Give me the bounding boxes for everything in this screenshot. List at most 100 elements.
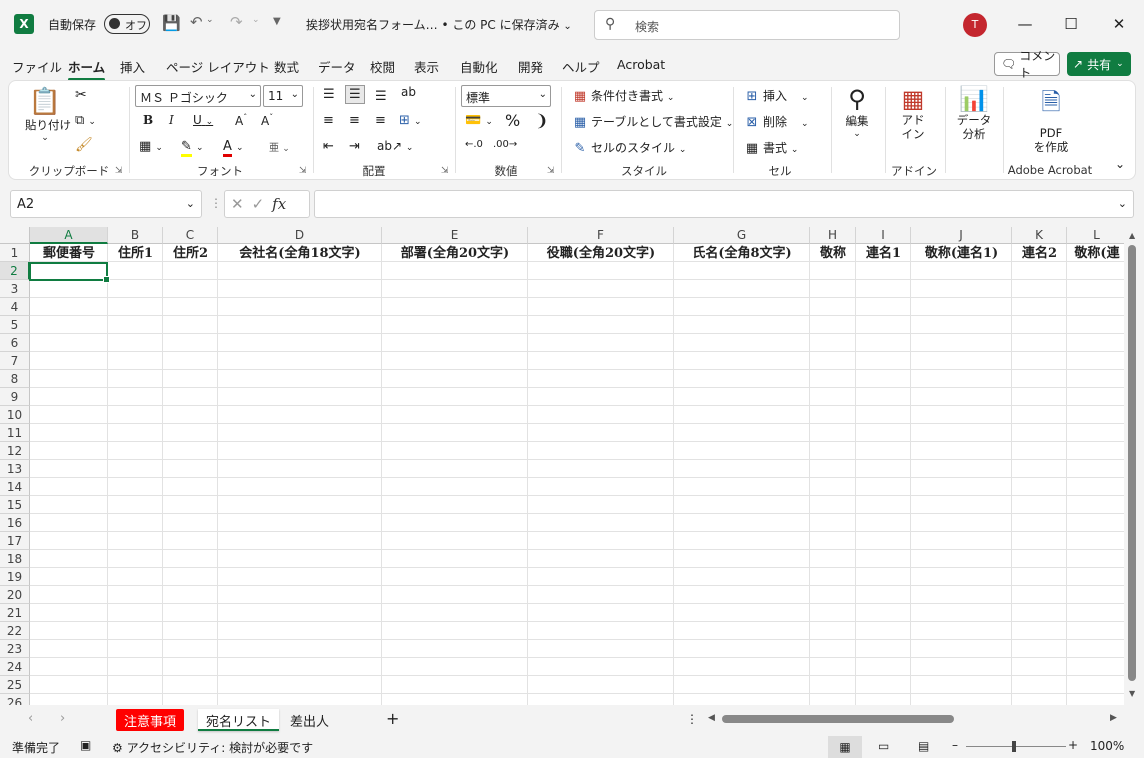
increase-indent-icon[interactable]: ⇥ xyxy=(349,139,360,154)
selected-cell-a2[interactable] xyxy=(29,262,110,283)
row-header-13[interactable]: 13 xyxy=(0,460,30,478)
tab-acrobat[interactable]: Acrobat xyxy=(617,57,665,72)
column-header-f[interactable]: F xyxy=(528,227,674,244)
enter-icon[interactable]: ✓ xyxy=(252,195,265,213)
insert-cells-button[interactable]: ⊞ 挿入 ⌄ xyxy=(743,87,809,105)
font-name-select[interactable]: ＭＳ Ｐゴシック ⌄ xyxy=(135,85,261,107)
row-header-11[interactable]: 11 xyxy=(0,424,30,442)
header-cell-d[interactable]: 会社名(全角18文字) xyxy=(218,245,382,263)
tab-data[interactable]: データ xyxy=(318,57,356,76)
format-cells-button[interactable]: ▦ 書式 ⌄ xyxy=(743,139,799,157)
row-header-21[interactable]: 21 xyxy=(0,604,30,622)
column-header-j[interactable]: J xyxy=(911,227,1012,244)
tab-automate[interactable]: 自動化 xyxy=(460,57,498,76)
undo-icon[interactable]: ↶ xyxy=(190,13,203,31)
zoom-slider-thumb[interactable] xyxy=(1012,741,1016,752)
column-header-l[interactable]: L xyxy=(1067,227,1124,244)
decrease-indent-icon[interactable]: ⇤ xyxy=(323,139,334,154)
orientation-icon[interactable]: ab↗ ⌄ xyxy=(377,139,413,153)
row-header-12[interactable]: 12 xyxy=(0,442,30,460)
align-middle-icon[interactable]: ☰ xyxy=(345,85,365,104)
row-header-17[interactable]: 17 xyxy=(0,532,30,550)
add-sheet-icon[interactable]: + xyxy=(386,709,399,728)
phonetic-icon[interactable]: 亜 ⌄ xyxy=(269,139,290,154)
tab-file[interactable]: ファイル xyxy=(12,57,62,76)
row-header-1[interactable]: 1 xyxy=(0,244,30,262)
decrease-font-icon[interactable]: Aˇ xyxy=(261,113,273,128)
horizontal-scroll-thumb[interactable] xyxy=(722,715,954,723)
undo-dropdown-icon[interactable]: ⌄ xyxy=(206,15,214,25)
scroll-down-icon[interactable]: ▼ xyxy=(1129,689,1135,698)
user-avatar[interactable]: T xyxy=(963,13,987,37)
zoom-in-icon[interactable]: + xyxy=(1068,738,1078,752)
tab-review[interactable]: 校閲 xyxy=(370,57,395,76)
merge-center-icon[interactable]: ⊞ ⌄ xyxy=(399,113,422,128)
select-all-corner[interactable] xyxy=(0,227,30,244)
macro-record-icon[interactable]: ▣ xyxy=(80,738,91,752)
row-header-6[interactable]: 6 xyxy=(0,334,30,352)
conditional-formatting-button[interactable]: ▦ 条件付き書式 ⌄ xyxy=(571,87,675,105)
alignment-launcher-icon[interactable]: ⇲ xyxy=(441,166,449,176)
create-pdf-button[interactable]: 🗎 PDF を作成 xyxy=(1029,85,1073,154)
row-header-14[interactable]: 14 xyxy=(0,478,30,496)
zoom-level[interactable]: 100% xyxy=(1090,739,1124,753)
cut-icon[interactable]: ✂ xyxy=(75,87,87,103)
prev-sheet-icon[interactable]: ‹ xyxy=(28,711,33,726)
comma-style-icon[interactable]: ❩ xyxy=(535,111,548,130)
column-header-d[interactable]: D xyxy=(218,227,382,244)
redo-icon[interactable]: ↷ xyxy=(230,13,243,31)
autosave-toggle[interactable]: オフ xyxy=(104,14,150,34)
column-header-a[interactable]: A xyxy=(30,227,108,244)
page-break-view-icon[interactable]: ▤ xyxy=(918,739,929,753)
row-header-18[interactable]: 18 xyxy=(0,550,30,568)
header-cell-h[interactable]: 敬称 xyxy=(810,245,856,263)
row-header-15[interactable]: 15 xyxy=(0,496,30,514)
vertical-scroll-thumb[interactable] xyxy=(1128,245,1136,681)
row-header-3[interactable]: 3 xyxy=(0,280,30,298)
data-analysis-button[interactable]: 📊 データ 分析 xyxy=(953,85,995,141)
comment-button[interactable]: 🗨 コメント xyxy=(994,49,1060,80)
fill-color-icon[interactable]: ✎ ⌄ xyxy=(181,139,204,157)
decrease-decimal-icon[interactable]: .00→ xyxy=(493,139,517,150)
number-format-select[interactable]: 標準 ⌄ xyxy=(461,85,551,107)
align-center-icon[interactable]: ≡ xyxy=(349,113,360,128)
tab-insert[interactable]: 挿入 xyxy=(120,57,145,76)
minimize-icon[interactable]: — xyxy=(1010,12,1040,36)
formula-bar-grip-icon[interactable]: ⋮ xyxy=(210,196,222,210)
row-header-19[interactable]: 19 xyxy=(0,568,30,586)
bold-button[interactable]: B xyxy=(143,113,153,127)
row-header-5[interactable]: 5 xyxy=(0,316,30,334)
row-header-10[interactable]: 10 xyxy=(0,406,30,424)
column-header-k[interactable]: K xyxy=(1012,227,1067,244)
sheet-tab-notes[interactable]: 注意事項 xyxy=(116,709,185,731)
tab-home[interactable]: ホーム xyxy=(68,57,106,81)
formula-input[interactable]: ⌄ xyxy=(314,190,1134,218)
page-layout-view-icon[interactable]: ▭ xyxy=(878,739,889,753)
paste-button[interactable]: 📋 貼り付け ⌄ xyxy=(25,87,71,143)
row-header-8[interactable]: 8 xyxy=(0,370,30,388)
align-top-icon[interactable]: ☰ xyxy=(323,87,335,102)
tab-formulas[interactable]: 数式 xyxy=(274,57,299,76)
sheet-tab-address-list[interactable]: 宛名リスト xyxy=(198,709,280,731)
row-header-25[interactable]: 25 xyxy=(0,676,30,694)
zoom-out-icon[interactable]: – xyxy=(952,738,958,752)
vertical-scrollbar[interactable]: ▲ ▼ xyxy=(1124,227,1144,705)
tab-page-layout[interactable]: ページ レイアウト xyxy=(166,57,270,76)
tab-view[interactable]: 表示 xyxy=(414,57,439,76)
document-title[interactable]: 挨拶状用宛名フォーム… • この PC に保存済み ⌄ xyxy=(306,16,572,33)
row-header-4[interactable]: 4 xyxy=(0,298,30,316)
row-header-22[interactable]: 22 xyxy=(0,622,30,640)
row-header-2[interactable]: 2 xyxy=(0,262,30,280)
header-cell-k[interactable]: 連名2 xyxy=(1012,245,1067,263)
header-cell-b[interactable]: 住所1 xyxy=(108,245,163,263)
sheet-tab-sender[interactable]: 差出人 xyxy=(282,709,337,731)
spreadsheet-grid[interactable]: ABCDEFGHIJKL 1 2 3 4 5 6 7 8 9 10 11 12 13 14 15 16 17 18… xyxy=(0,227,1124,705)
search-box[interactable]: ⚲ 検索 xyxy=(594,10,900,40)
font-color-icon[interactable]: A ⌄ xyxy=(223,139,244,157)
customize-qat-icon[interactable]: ▼ xyxy=(273,16,281,27)
accessibility-status[interactable]: ⚙ アクセシビリティ: 検討が必要です xyxy=(112,739,313,756)
normal-view-icon[interactable]: ▦ xyxy=(828,736,862,758)
borders-icon[interactable]: ▦ ⌄ xyxy=(139,139,163,154)
percent-icon[interactable]: % xyxy=(505,111,520,130)
row-header-23[interactable]: 23 xyxy=(0,640,30,658)
